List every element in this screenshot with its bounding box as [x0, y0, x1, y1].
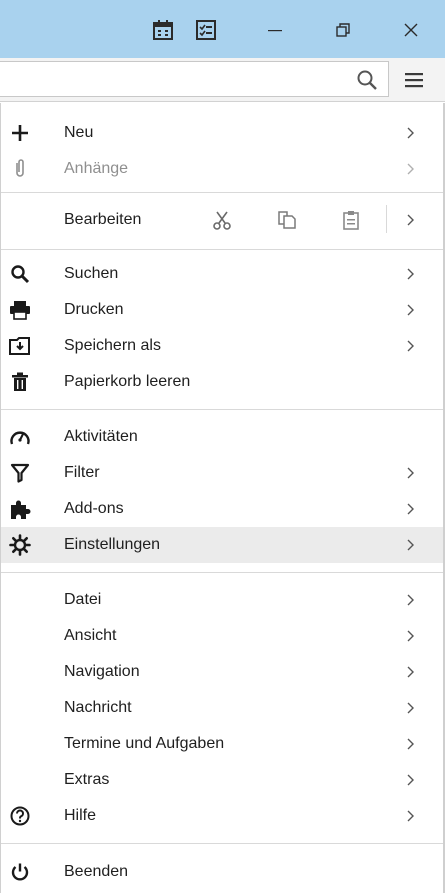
- chevron-right-icon: [407, 810, 414, 822]
- chevron-right-icon: [407, 666, 414, 678]
- minimize-icon: [268, 30, 282, 32]
- menu-item-extras[interactable]: Extras: [1, 762, 443, 798]
- app-menu-panel: Neu Anhänge Bearbeiten Suchen Drucken Sp…: [0, 103, 445, 893]
- close-button[interactable]: [391, 14, 431, 46]
- chevron-right-icon: [407, 630, 414, 642]
- printer-icon: [9, 299, 31, 321]
- chevron-right-icon[interactable]: [406, 212, 416, 228]
- hamburger-icon[interactable]: [402, 68, 426, 92]
- chevron-right-icon: [407, 738, 414, 750]
- chevron-right-icon: [407, 340, 414, 352]
- tasks-icon[interactable]: [195, 19, 217, 41]
- menu-item-label: Anhänge: [64, 160, 129, 177]
- menu-item-beenden[interactable]: Beenden: [1, 854, 443, 890]
- restore-icon: [336, 23, 350, 37]
- menu-separator: [1, 843, 443, 844]
- menu-item-neu[interactable]: Neu: [1, 115, 443, 151]
- filter-icon: [9, 462, 31, 484]
- menu-item-label: Extras: [64, 771, 110, 788]
- calendar-icon[interactable]: [152, 19, 174, 41]
- menu-item-label: Suchen: [64, 265, 119, 282]
- chevron-right-icon: [407, 702, 414, 714]
- menu-item-label: Drucken: [64, 301, 124, 318]
- trash-icon: [9, 371, 31, 393]
- menu-item-termine-und-aufgaben[interactable]: Termine und Aufgaben: [1, 726, 443, 762]
- chevron-right-icon: [407, 503, 414, 515]
- paste-icon[interactable]: [340, 209, 362, 231]
- menu-item-hilfe[interactable]: Hilfe: [1, 798, 443, 834]
- menu-item-label: Datei: [64, 591, 102, 608]
- gauge-icon: [9, 426, 31, 448]
- menu-item-label: Add-ons: [64, 500, 124, 517]
- search-icon: [9, 263, 31, 285]
- menu-item-anhaenge: Anhänge: [1, 151, 443, 187]
- help-icon: [9, 805, 31, 827]
- minimize-button[interactable]: [255, 14, 295, 46]
- search-input[interactable]: [0, 61, 389, 97]
- power-icon: [9, 861, 31, 883]
- chevron-right-icon: [407, 304, 414, 316]
- divider: [386, 205, 387, 233]
- menu-item-label: Beenden: [64, 863, 129, 880]
- toolbar: [0, 58, 445, 102]
- gear-icon: [9, 534, 31, 556]
- chevron-right-icon: [407, 163, 414, 175]
- menu-item-filter[interactable]: Filter: [1, 455, 443, 491]
- menu-item-label: Papierkorb leeren: [64, 373, 191, 390]
- chevron-right-icon: [407, 539, 414, 551]
- menu-item-navigation[interactable]: Navigation: [1, 654, 443, 690]
- paperclip-icon: [9, 158, 31, 180]
- save-as-icon: [9, 335, 31, 357]
- menu-separator: [1, 409, 443, 410]
- menu-item-label: Ansicht: [64, 627, 117, 644]
- menu-item-datei[interactable]: Datei: [1, 582, 443, 618]
- menu-item-suchen[interactable]: Suchen: [1, 256, 443, 292]
- menu-item-label: Termine und Aufgaben: [64, 735, 225, 752]
- search-icon[interactable]: [356, 69, 378, 91]
- menu-item-nachricht[interactable]: Nachricht: [1, 690, 443, 726]
- chevron-right-icon: [407, 127, 414, 139]
- title-bar: [0, 0, 445, 58]
- copy-icon[interactable]: [276, 209, 298, 231]
- menu-item-label: Neu: [64, 124, 94, 141]
- menu-item-aktivitaeten[interactable]: Aktivitäten: [1, 419, 443, 455]
- chevron-right-icon: [407, 594, 414, 606]
- menu-item-add-ons[interactable]: Add-ons: [1, 491, 443, 527]
- menu-item-label: Bearbeiten: [64, 211, 142, 228]
- close-icon: [404, 23, 418, 37]
- menu-separator: [1, 249, 443, 250]
- cut-icon[interactable]: [211, 209, 233, 231]
- menu-item-drucken[interactable]: Drucken: [1, 292, 443, 328]
- menu-item-label: Navigation: [64, 663, 140, 680]
- menu-item-speichern-als[interactable]: Speichern als: [1, 328, 443, 364]
- chevron-right-icon: [407, 467, 414, 479]
- menu-separator: [1, 572, 443, 573]
- menu-item-label: Einstellungen: [64, 536, 161, 553]
- menu-item-label: Nachricht: [64, 699, 132, 716]
- menu-item-label: Aktivitäten: [64, 428, 138, 445]
- menu-item-label: Speichern als: [64, 337, 161, 354]
- puzzle-icon: [9, 498, 31, 520]
- menu-separator: [1, 192, 443, 193]
- menu-item-ansicht[interactable]: Ansicht: [1, 618, 443, 654]
- plus-icon: [9, 122, 31, 144]
- menu-item-papierkorb-leeren[interactable]: Papierkorb leeren: [1, 364, 443, 400]
- menu-item-bearbeiten: Bearbeiten: [1, 199, 443, 241]
- chevron-right-icon: [407, 774, 414, 786]
- menu-item-label: Filter: [64, 464, 100, 481]
- chevron-right-icon: [407, 268, 414, 280]
- restore-button[interactable]: [323, 14, 363, 46]
- menu-item-label: Hilfe: [64, 807, 97, 824]
- menu-item-einstellungen[interactable]: Einstellungen: [1, 527, 443, 563]
